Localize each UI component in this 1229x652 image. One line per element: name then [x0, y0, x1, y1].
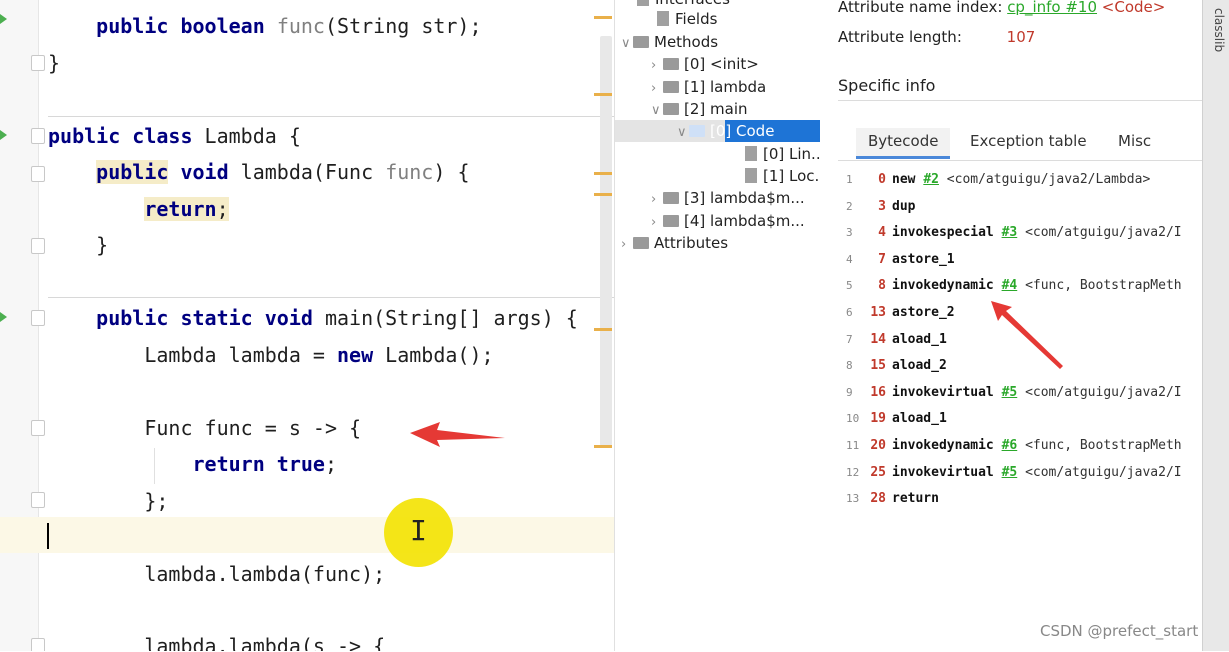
tree-item[interactable]: › [1] lambda	[651, 76, 766, 98]
tree-item-label: Fields	[675, 10, 718, 28]
tree-item[interactable]: ∨ [2] main	[651, 98, 748, 120]
folder-icon	[663, 57, 679, 70]
file-icon	[745, 146, 757, 161]
tree-item-label: Interfaces	[655, 0, 730, 8]
tree-item-label: [1] Loc...	[763, 167, 820, 185]
folder-icon	[663, 80, 679, 93]
file-icon	[745, 168, 757, 183]
file-icon	[637, 0, 649, 6]
tree-item[interactable]: Fields	[645, 8, 717, 30]
tree-item-label: [1] lambda	[684, 78, 767, 96]
folder-icon	[663, 102, 679, 115]
chevron-down-icon[interactable]: ∨	[621, 33, 633, 55]
tree-item[interactable]: ∨ Methods	[621, 31, 718, 53]
annotation-arrow-icon	[991, 301, 1063, 369]
folder-icon	[663, 214, 679, 227]
tree-item-label: [0] Code	[710, 122, 775, 140]
info-panel: Attribute name index: cp_info #10 <Code>…	[820, 0, 1202, 652]
tree-item[interactable]: [1] Loc...	[733, 165, 820, 187]
tree-item-label: Attributes	[654, 234, 729, 252]
chevron-right-icon[interactable]: ›	[651, 189, 663, 211]
folder-icon	[633, 35, 649, 48]
folder-icon	[663, 191, 679, 204]
file-icon	[657, 11, 669, 26]
tree-item-label: [4] lambda$m...	[684, 212, 805, 230]
watermark: CSDN @prefect_start	[1040, 622, 1199, 640]
chevron-down-icon[interactable]: ∨	[651, 100, 663, 122]
tree-item-label: [2] main	[684, 100, 748, 118]
tree-item[interactable]: › [4] lambda$m...	[651, 210, 805, 232]
classfile-tree[interactable]: Interfaces Fields ∨ Methods › [0] <init> › [1] …	[614, 0, 820, 651]
tree-item-label: Methods	[654, 33, 719, 51]
annotation-arrow-icon	[410, 422, 505, 447]
code-editor[interactable]: public boolean func(String str);} public …	[0, 0, 614, 651]
tree-item[interactable]: › [0] <init>	[651, 53, 759, 75]
chevron-right-icon[interactable]: ›	[651, 55, 663, 77]
tree-item-label: [0] <init>	[684, 55, 759, 73]
folder-icon	[633, 236, 649, 249]
tree-item[interactable]: › [3] lambda$m...	[651, 187, 805, 209]
right-tool-strip	[1202, 0, 1229, 651]
tree-item[interactable]: › Attributes	[621, 232, 728, 254]
chevron-right-icon[interactable]: ›	[651, 212, 663, 234]
side-tab-classlib[interactable]: classlib	[1212, 8, 1226, 52]
tree-item-label: [0] Lin...	[763, 145, 820, 163]
tree-item-label: [3] lambda$m...	[684, 189, 805, 207]
chevron-right-icon[interactable]: ›	[651, 78, 663, 100]
tree-item[interactable]: [0] Lin...	[733, 143, 820, 165]
tree-item[interactable]: ∨ [0] Code	[677, 120, 774, 142]
folder-icon	[689, 124, 705, 137]
chevron-down-icon[interactable]: ∨	[677, 122, 689, 144]
chevron-right-icon[interactable]: ›	[621, 234, 633, 256]
